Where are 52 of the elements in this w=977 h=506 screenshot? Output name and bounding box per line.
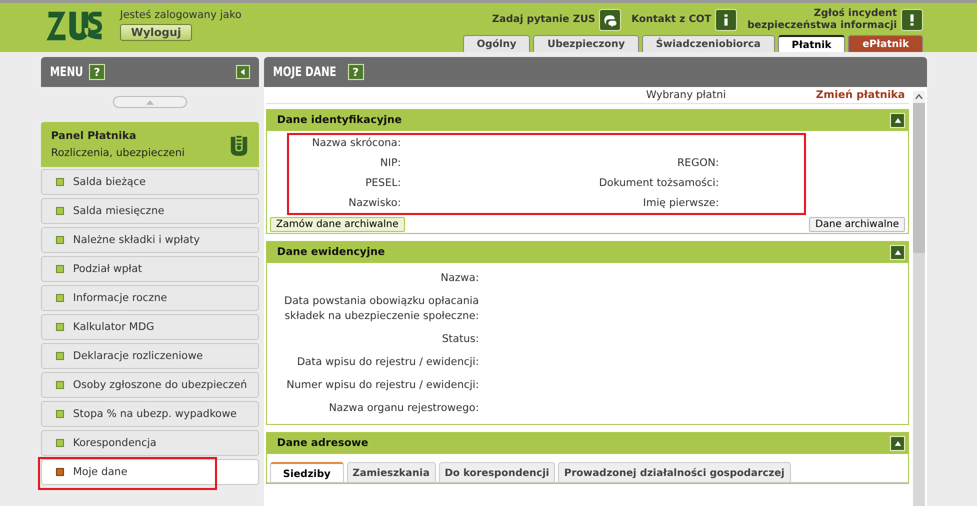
section-title: Dane ewidencyjne: [277, 246, 385, 258]
menu-item[interactable]: Należne składki i wpłaty: [41, 227, 259, 253]
header-link[interactable]: Zadaj pytanie ZUS: [492, 14, 596, 26]
nav-tab[interactable]: ePłatnik: [848, 35, 923, 52]
field-label: REGON:: [676, 157, 719, 169]
page-title: MOJE DANE: [273, 64, 336, 80]
address-tab[interactable]: Siedziby: [270, 462, 344, 482]
logout-button[interactable]: Wyloguj: [120, 24, 192, 41]
help-button[interactable]: ?: [348, 64, 364, 80]
menu-item[interactable]: Moje dane: [41, 459, 259, 485]
field-label: Status:: [442, 332, 479, 347]
change-payer-link[interactable]: Zmień płatnika: [816, 89, 905, 101]
section-title: Dane identyfikacyjne: [277, 114, 402, 126]
menu-item[interactable]: Kalkulator MDG: [41, 314, 259, 340]
field-label: Nazwa organu rejestrowego:: [328, 401, 479, 416]
panel-title: Panel Płatnika: [51, 130, 138, 142]
field-label: Data powstania obowiązku opłacania składek na ubezpieczenie społeczne:: [284, 294, 479, 324]
payer-label: Wybrany płatni: [646, 89, 726, 101]
field-label: Numer wpisu do rejestru / ewidencji:: [286, 378, 479, 393]
field-label: Nazwa skrócona:: [310, 137, 401, 149]
panel-card[interactable]: Panel Płatnika Rozliczenia, ubezpieczeni: [41, 122, 259, 167]
nav-tab[interactable]: Świadczeniobiorca: [642, 35, 775, 52]
archive-button[interactable]: Dane archiwalne: [809, 217, 905, 232]
panel-subtitle: Rozliczenia, ubezpieczeni: [51, 147, 185, 159]
field-label: NIP:: [379, 157, 401, 169]
help-button[interactable]: ?: [88, 64, 105, 80]
field-label: Dokument tożsamości:: [598, 177, 719, 189]
menu-item[interactable]: Osoby zgłoszone do ubezpieczeń: [41, 372, 259, 398]
address-tab[interactable]: Do korespondencji: [438, 462, 556, 482]
archive-button[interactable]: Zamów dane archiwalne: [270, 217, 405, 232]
login-text: Jesteś zalogowany jako: [120, 9, 242, 21]
menu-title: MENU: [50, 64, 84, 80]
header-link[interactable]: Kontakt z COT: [631, 14, 712, 26]
menu-item[interactable]: Salda miesięczne: [41, 198, 259, 224]
menu-item[interactable]: Podział wpłat: [41, 256, 259, 282]
field-label: Imię pierwsze:: [642, 197, 719, 209]
section-title: Dane adresowe: [277, 437, 368, 449]
menu-item[interactable]: Informacje roczne: [41, 285, 259, 311]
menu-item[interactable]: Korespondencja: [41, 430, 259, 456]
menu-item[interactable]: Deklaracje rozliczeniowe: [41, 343, 259, 369]
address-tab[interactable]: Zamieszkania: [346, 462, 436, 482]
address-tab[interactable]: Prowadzonej działalności gospodarczej: [558, 462, 791, 482]
field-label: PESEL:: [364, 177, 401, 189]
field-label: Nazwisko:: [348, 197, 401, 209]
menu-item[interactable]: Stopa % na ubezp. wypadkowe: [41, 401, 259, 427]
menu-item[interactable]: Salda bieżące: [41, 169, 259, 195]
field-label: Data wpisu do rejestru / ewidencji:: [296, 355, 479, 370]
header-link[interactable]: Zgłoś incydent bezpieczeństwa informacji: [747, 8, 897, 32]
nav-tab[interactable]: Płatnik: [778, 35, 846, 52]
field-label: Nazwa:: [440, 271, 479, 286]
nav-tab[interactable]: Ubezpieczony: [533, 35, 639, 52]
nav-tab[interactable]: Ogólny: [462, 35, 530, 52]
